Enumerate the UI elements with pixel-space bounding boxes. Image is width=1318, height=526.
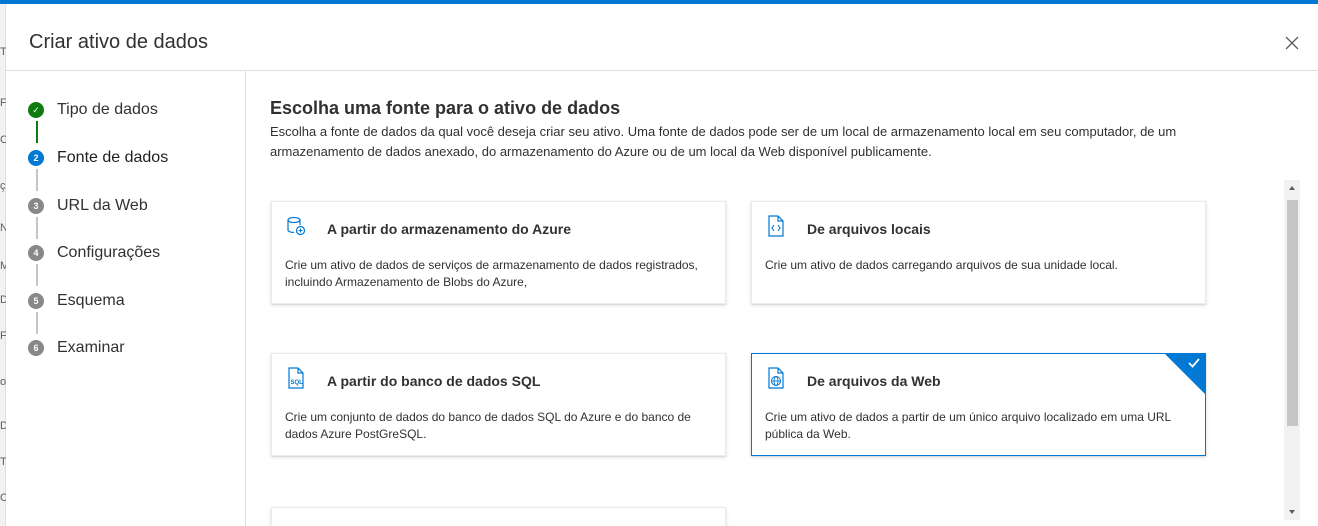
card-title: A partir do banco de dados SQL: [327, 373, 541, 389]
step-connector: [36, 312, 38, 334]
sql-file-icon: SQL: [288, 367, 304, 389]
svg-text:SQL: SQL: [291, 380, 304, 386]
step-label: URL da Web: [57, 197, 148, 214]
step-connector: [36, 264, 38, 286]
card-description: Crie um ativo de dados carregando arquiv…: [765, 258, 1118, 272]
checkmark-icon: [1188, 358, 1200, 368]
source-card-sql-database[interactable]: SQL A partir do banco de dados SQL Crie …: [271, 353, 726, 456]
section-description: Escolha a fonte de dados da qual você de…: [270, 124, 1177, 159]
step-number-badge: 2: [28, 150, 44, 166]
card-description: Crie um conjunto de dados do banco de da…: [285, 410, 691, 441]
card-description: Crie um ativo de dados a partir de um ún…: [765, 410, 1171, 441]
local-file-icon: [768, 215, 784, 237]
scroll-thumb[interactable]: [1287, 200, 1298, 426]
step-number-badge: 4: [28, 245, 44, 261]
source-card-web-files[interactable]: De arquivos da Web Crie um ativo de dado…: [751, 353, 1206, 456]
dialog-title: Criar ativo de dados: [29, 31, 208, 53]
source-card-azure-storage[interactable]: A partir do armazenamento do Azure Crie …: [271, 201, 726, 304]
card-description: Crie um ativo de dados de serviços de ar…: [285, 258, 698, 289]
step-esquema[interactable]: 5 Esquema: [28, 289, 125, 313]
close-icon: [1285, 36, 1299, 50]
step-label: Fonte de dados: [57, 149, 169, 166]
step-fonte-de-dados[interactable]: 2 Fonte de dados: [28, 146, 168, 170]
card-title: De arquivos locais: [807, 221, 931, 237]
step-label: Examinar: [57, 339, 125, 356]
card-title: A partir do armazenamento do Azure: [327, 221, 572, 237]
step-label: Esquema: [57, 292, 125, 309]
step-done-check-icon: ✓: [28, 102, 44, 118]
step-label: Tipo de dados: [57, 101, 158, 118]
create-data-asset-dialog: Criar ativo de dados ✓ Tipo de dados 2 F…: [6, 4, 1318, 526]
scroll-down-arrow-icon[interactable]: [1288, 508, 1296, 516]
section-title: Escolha uma fonte para o ativo de dados: [270, 98, 621, 118]
step-url-da-web[interactable]: 3 URL da Web: [28, 194, 148, 218]
step-number-badge: 5: [28, 293, 44, 309]
close-button[interactable]: [1282, 33, 1302, 53]
step-number-badge: 3: [28, 198, 44, 214]
step-connector: [36, 217, 38, 239]
card-title: De arquivos da Web: [807, 373, 941, 389]
main-content: Escolha uma fonte para o ativo de dados …: [247, 71, 1318, 526]
step-number-badge: 6: [28, 340, 44, 356]
step-connector: [36, 121, 38, 143]
scroll-up-arrow-icon[interactable]: [1288, 184, 1296, 192]
step-connector: [36, 169, 38, 191]
step-tipo-de-dados[interactable]: ✓ Tipo de dados: [28, 98, 158, 122]
wizard-steps: ✓ Tipo de dados 2 Fonte de dados 3 URL d…: [6, 71, 246, 526]
vertical-scrollbar[interactable]: [1284, 180, 1300, 520]
azure-storage-icon: [287, 216, 306, 236]
web-file-icon: [768, 367, 784, 389]
source-card-local-files[interactable]: De arquivos locais Crie um ativo de dado…: [751, 201, 1206, 304]
background-letter: ç: [0, 180, 6, 192]
step-label: Configurações: [57, 244, 161, 261]
source-card-partial-empty: [751, 507, 1206, 526]
step-examinar[interactable]: 6 Examinar: [28, 336, 125, 360]
step-configuracoes[interactable]: 4 Configurações: [28, 241, 160, 265]
dialog-header: Criar ativo de dados: [6, 4, 1318, 71]
source-card-partial[interactable]: [271, 507, 726, 526]
